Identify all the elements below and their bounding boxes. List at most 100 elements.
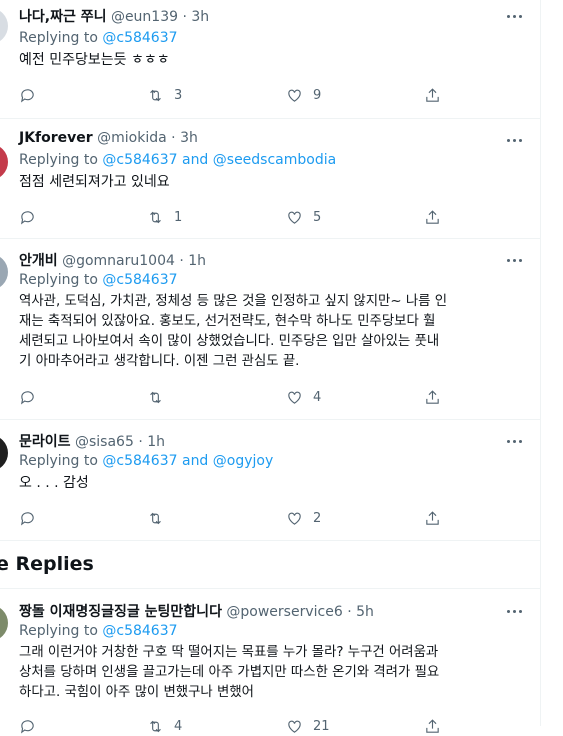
reply-button[interactable]	[19, 508, 46, 528]
timeline-column: 나다,짜근 쭈니 @eun139 · 3h Replying to @c5846…	[0, 0, 541, 734]
replying-to-link[interactable]: @c584637	[102, 453, 177, 469]
like-icon	[288, 391, 301, 404]
tweet-actions: 2	[19, 508, 449, 528]
tweet-text-line: 오 . . . 감성	[19, 475, 89, 491]
replying-to-extra[interactable]: and @seedscambodia	[182, 152, 336, 168]
tweet-text: 오 . . . 감성	[19, 473, 529, 493]
like-button[interactable]: 5	[286, 207, 321, 227]
retweet-button[interactable]: 3	[147, 85, 182, 105]
replying-label: Replying to	[19, 623, 98, 639]
replying-to-link[interactable]: @c584637	[102, 272, 177, 288]
retweet-icon	[150, 211, 161, 223]
share-icon	[426, 718, 439, 733]
retweet-icon	[150, 89, 161, 101]
avatar[interactable]	[0, 605, 8, 641]
display-name[interactable]: 짱돌 이재명징글징글 눈팅만합니다	[19, 604, 222, 620]
timestamp[interactable]: · 3h	[182, 9, 209, 25]
tweet-text: 역사관, 도덕심, 가치관, 정체성 등 많은 것을 인정하고 싶지 않지만~ …	[19, 292, 529, 372]
avatar[interactable]	[0, 144, 8, 180]
more-icon[interactable]	[505, 433, 525, 447]
tweet[interactable]: 나다,짜근 쭈니 @eun139 · 3h Replying to @c5846…	[0, 0, 540, 119]
retweet-button[interactable]: 4	[147, 716, 182, 736]
like-count: 21	[313, 718, 330, 734]
more-icon[interactable]	[505, 252, 525, 266]
share-button[interactable]	[424, 85, 441, 105]
tweet[interactable]: 안개비 @gomnaru1004 · 1h Replying to @c5846…	[0, 238, 540, 420]
display-name[interactable]: 안개비	[19, 253, 58, 269]
retweet-count: 1	[174, 209, 183, 225]
tweet-text-line: 그래 이런거야 거창한 구호 딱 떨어지는 목표를 누가 몰라? 누구건 어려움…	[19, 645, 439, 660]
tweet-actions: 1 5	[19, 207, 449, 227]
replying-to-link[interactable]: @c584637	[102, 152, 177, 168]
like-icon	[288, 211, 301, 224]
reply-icon	[20, 88, 34, 103]
replying-label: Replying to	[19, 272, 98, 288]
tweet-header: 안개비 @gomnaru1004 · 1h	[19, 250, 206, 270]
replying-to-link[interactable]: @c584637	[102, 623, 177, 639]
tweet-text-line: 세련되고 나아보여서 속이 많이 상했었습니다. 민주당은 입만 살아있는 풋내	[19, 334, 440, 349]
like-count: 2	[313, 510, 322, 526]
user-handle[interactable]: @miokida	[97, 130, 167, 146]
more-icon[interactable]	[505, 132, 525, 146]
user-handle[interactable]: @eun139	[111, 9, 178, 25]
like-count: 4	[313, 389, 322, 405]
timestamp[interactable]: · 1h	[179, 253, 206, 269]
reply-button[interactable]	[19, 207, 46, 227]
retweet-button[interactable]	[147, 508, 174, 528]
timestamp[interactable]: · 5h	[347, 604, 374, 620]
reply-icon	[20, 719, 34, 734]
tweet-header: 나다,짜근 쭈니 @eun139 · 3h	[19, 6, 209, 26]
display-name[interactable]: JKforever	[19, 130, 93, 146]
reply-button[interactable]	[19, 85, 46, 105]
tweet[interactable]: JKforever @miokida · 3h Replying to @c58…	[0, 118, 540, 239]
tweet-header: JKforever @miokida · 3h	[19, 130, 198, 146]
user-handle[interactable]: @powerservice6	[226, 604, 342, 620]
timestamp[interactable]: · 1h	[138, 434, 165, 450]
tweet-text-line: 기 아마추어라고 생각합니다. 이젠 그런 관심도 끝.	[19, 354, 300, 369]
share-icon	[426, 510, 439, 525]
share-button[interactable]	[424, 508, 441, 528]
tweet-actions: 4	[19, 387, 449, 407]
replying-to: Replying to @c584637	[19, 30, 178, 46]
like-count: 9	[313, 87, 322, 103]
share-button[interactable]	[424, 387, 441, 407]
like-icon	[288, 512, 301, 525]
reply-icon	[20, 511, 34, 526]
retweet-button[interactable]	[147, 387, 174, 407]
like-button[interactable]: 2	[286, 508, 321, 528]
tweet-text-line: 재는 축적되어 있잖아요. 홍보도, 선거전략도, 현수막 하나도 민주당보다 …	[19, 314, 436, 329]
display-name[interactable]: 문라이트	[19, 434, 71, 450]
share-icon	[426, 209, 439, 224]
reply-icon	[20, 210, 34, 225]
avatar[interactable]	[0, 254, 8, 290]
more-icon[interactable]	[505, 8, 525, 22]
display-name[interactable]: 나다,짜근 쭈니	[19, 9, 106, 25]
replying-to-link[interactable]: @c584637	[102, 30, 177, 46]
reply-button[interactable]	[19, 387, 46, 407]
like-count: 5	[313, 209, 322, 225]
share-button[interactable]	[424, 716, 441, 736]
tweet[interactable]: 짱돌 이재명징글징글 눈팅만합니다 @powerservice6 · 5h Re…	[0, 589, 540, 734]
user-handle[interactable]: @gomnaru1004	[62, 253, 175, 269]
more-icon[interactable]	[505, 603, 525, 617]
like-button[interactable]: 21	[286, 716, 330, 736]
user-handle[interactable]: @sisa65	[75, 434, 134, 450]
tweet-header: 문라이트 @sisa65 · 1h	[19, 431, 165, 451]
avatar[interactable]	[0, 435, 8, 471]
like-button[interactable]: 9	[286, 85, 321, 105]
like-button[interactable]: 4	[286, 387, 321, 407]
timestamp[interactable]: · 3h	[171, 130, 198, 146]
retweet-count: 4	[174, 718, 183, 734]
avatar[interactable]	[0, 8, 8, 44]
retweet-icon	[150, 391, 161, 403]
replying-to-extra[interactable]: and @ogyjoy	[182, 453, 273, 469]
share-button[interactable]	[424, 207, 441, 227]
retweet-button[interactable]: 1	[147, 207, 182, 227]
tweet-text: 예전 민주당보는듯 ㅎㅎㅎ	[19, 50, 529, 70]
replying-to: Replying to @c584637	[19, 272, 178, 288]
reply-button[interactable]	[19, 716, 46, 736]
replying-to: Replying to @c584637	[19, 623, 178, 639]
tweet-text-line: 점점 세련되져가고 있네요	[19, 174, 170, 190]
tweet[interactable]: 문라이트 @sisa65 · 1h Replying to @c584637 a…	[0, 419, 540, 541]
like-icon	[288, 720, 301, 733]
